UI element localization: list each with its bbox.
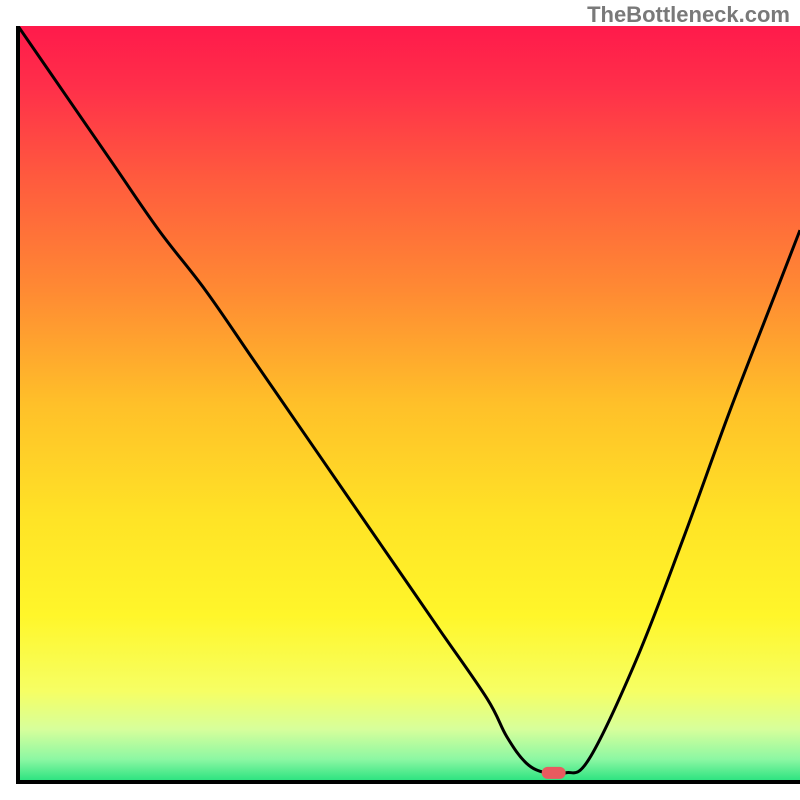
plot-area: [18, 26, 800, 782]
watermark-text: TheBottleneck.com: [587, 2, 790, 28]
bottleneck-chart: [0, 0, 800, 800]
gradient-background: [18, 26, 800, 782]
optimal-marker: [542, 767, 566, 779]
chart-container: TheBottleneck.com: [0, 0, 800, 800]
